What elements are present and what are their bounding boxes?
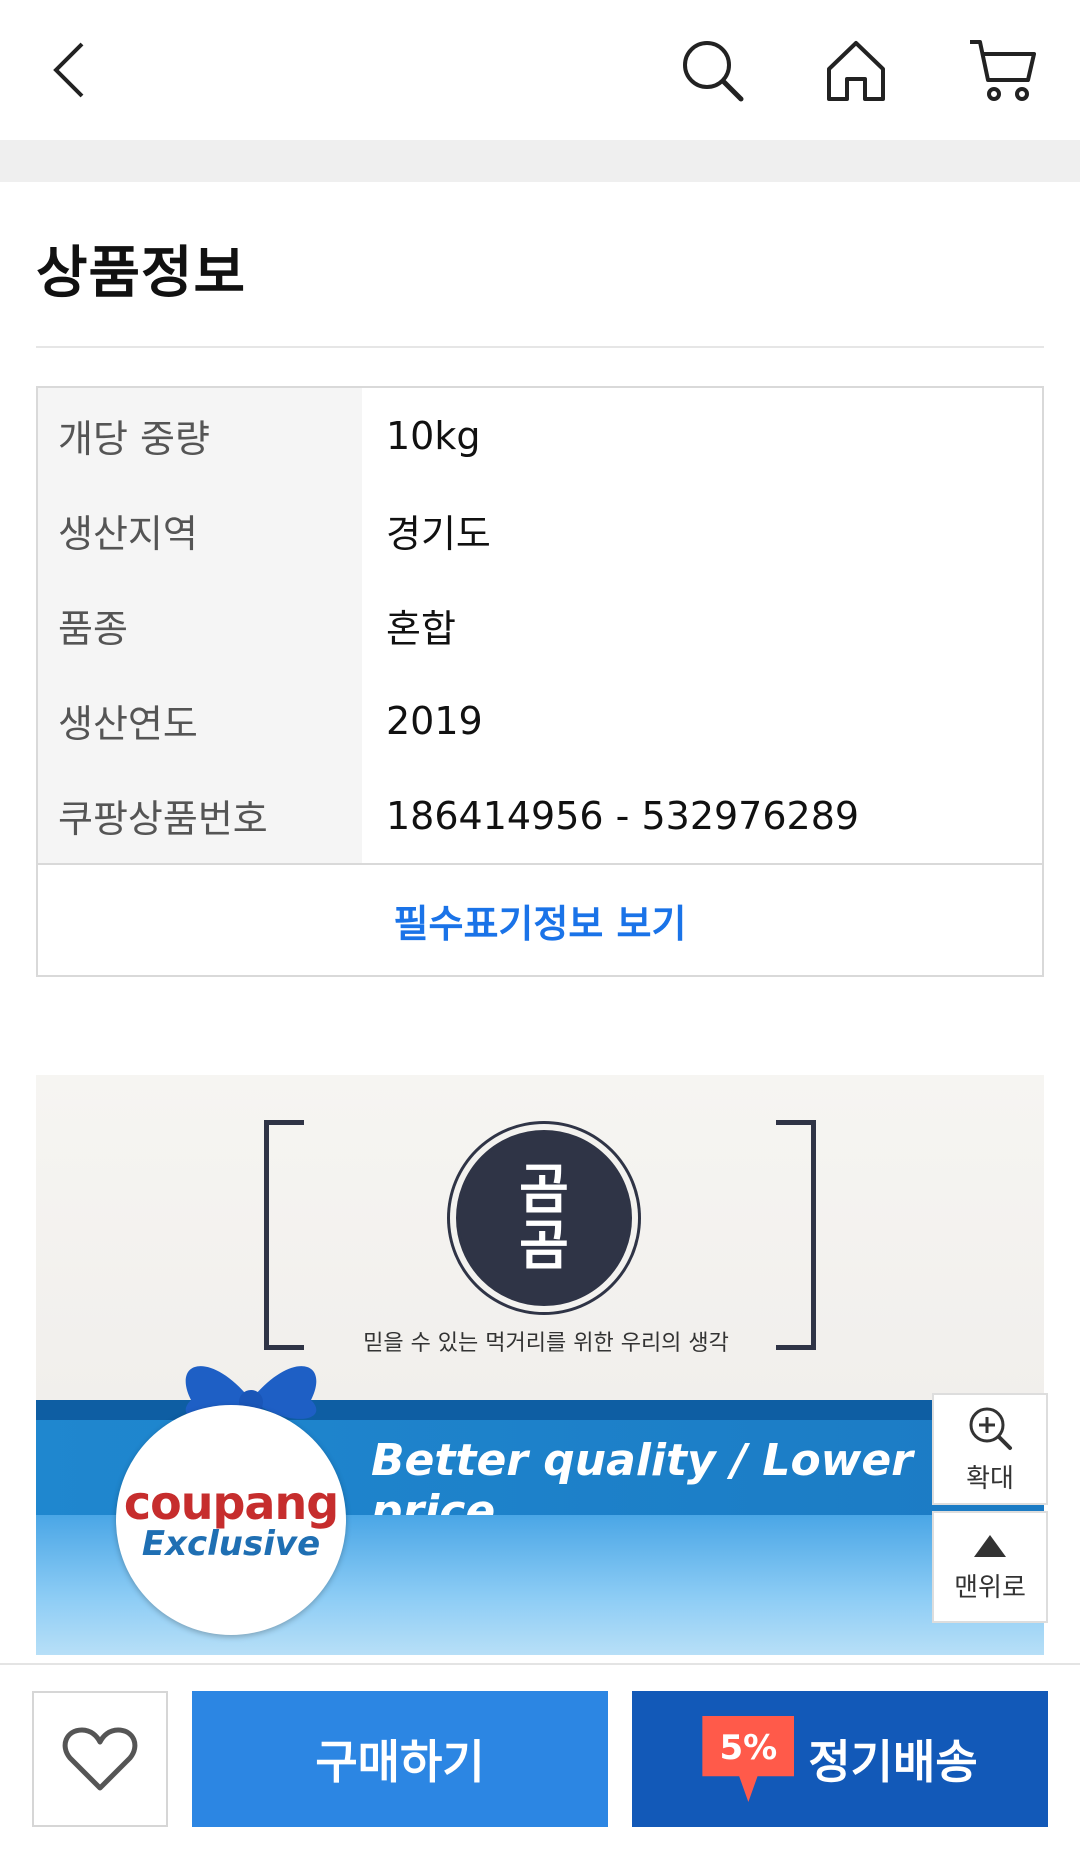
info-value: 10kg [386, 413, 481, 458]
info-key: 품종 [38, 578, 362, 673]
left-bracket-decoration [264, 1120, 304, 1350]
discount-badge: 5% [702, 1716, 795, 1802]
discount-percent: 5% [719, 1728, 778, 1768]
zoom-label: 확대 [966, 1463, 1014, 1494]
info-key: 생산연도 [38, 673, 362, 768]
scroll-to-top-label: 맨위로 [954, 1572, 1026, 1603]
product-info-table: 개당 중량 10kg 생산지역 경기도 품종 혼합 생산연도 2019 쿠팡상품… [36, 386, 1044, 977]
product-banner-image: 곰곰 믿을 수 있는 먹거리를 위한 우리의 생각 Better quality… [36, 1075, 1044, 1655]
home-button[interactable] [820, 34, 892, 106]
info-key: 개당 중량 [38, 388, 362, 483]
search-icon [683, 41, 744, 102]
info-value: 186414956 - 532976289 [386, 793, 860, 838]
info-row-weight: 개당 중량 10kg [38, 388, 1042, 483]
scroll-to-top-button[interactable]: 맨위로 [932, 1511, 1048, 1623]
seal-text: 곰곰 [519, 1158, 569, 1277]
info-value: 혼합 [386, 607, 456, 651]
cart-button[interactable] [966, 34, 1038, 106]
info-row-variety: 품종 혼합 [38, 578, 1042, 673]
top-navigation-bar [0, 0, 1080, 140]
zoom-in-icon [969, 1407, 1012, 1450]
section-divider [0, 140, 1080, 182]
info-row-year: 생산연도 2019 [38, 673, 1042, 768]
zoom-button[interactable]: 확대 [932, 1393, 1048, 1505]
info-key: 쿠팡상품번호 [38, 768, 362, 863]
info-row-region: 생산지역 경기도 [38, 483, 1042, 578]
home-icon [827, 41, 885, 101]
required-info-link-row[interactable]: 필수표기정보 보기 [38, 863, 1042, 975]
badge-brand: coupang [123, 1476, 339, 1530]
subscription-label: 정기배송 [808, 1735, 978, 1789]
info-key: 생산지역 [38, 483, 362, 578]
info-row-product-number: 쿠팡상품번호 186414956 - 532976289 [38, 768, 1042, 863]
heart-icon [62, 1727, 138, 1791]
back-button[interactable] [34, 34, 106, 106]
required-info-link[interactable]: 필수표기정보 보기 [394, 893, 687, 948]
right-bracket-decoration [776, 1120, 816, 1350]
section-title: 상품정보 [36, 241, 247, 306]
search-button[interactable] [676, 34, 748, 106]
bottom-action-bar: 구매하기 5% 정기배송 [0, 1663, 1080, 1853]
subscription-button[interactable]: 5% 정기배송 [632, 1691, 1048, 1827]
favorite-button[interactable] [32, 1691, 168, 1827]
info-value: 2019 [386, 698, 483, 743]
chevron-left-icon [53, 42, 84, 98]
brand-seal-logo: 곰곰 [456, 1130, 632, 1306]
triangle-up-icon [974, 1534, 1006, 1557]
buy-now-button[interactable]: 구매하기 [192, 1691, 608, 1827]
cart-icon [970, 40, 1036, 101]
banner-tagline: 믿을 수 있는 먹거리를 위한 우리의 생각 [363, 1331, 729, 1356]
badge-sub: Exclusive [141, 1524, 321, 1564]
info-value: 경기도 [386, 512, 491, 556]
coupang-exclusive-badge: coupang Exclusive [116, 1405, 346, 1635]
title-divider [36, 346, 1044, 348]
